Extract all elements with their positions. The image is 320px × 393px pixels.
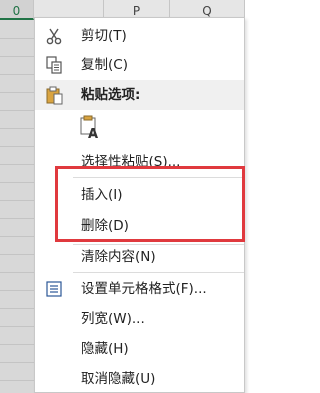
menu-item-hide[interactable]: 隐藏(H) (35, 335, 244, 363)
clipboard-paste-icon (44, 85, 64, 105)
copy-icon (44, 55, 64, 75)
column-header-o[interactable]: 0 (0, 0, 34, 20)
menu-item-label: 隐藏(H) (81, 341, 129, 357)
menu-item-label: 剪切(T) (81, 28, 127, 44)
menu-item-paste-options: 粘贴选项: (35, 81, 244, 109)
menu-item-clear-contents[interactable]: 清除内容(N) (35, 243, 244, 271)
menu-item-unhide[interactable]: 取消隐藏(U) (35, 365, 244, 393)
svg-text:A: A (88, 127, 98, 140)
highlight-annotation-box (55, 166, 245, 242)
menu-item-cut[interactable]: 剪切(T) (35, 22, 244, 50)
menu-item-format-cells[interactable]: 设置单元格格式(F)... (35, 275, 244, 303)
menu-item-column-width[interactable]: 列宽(W)... (35, 305, 244, 333)
scissors-icon (44, 26, 64, 46)
menu-item-label: 复制(C) (81, 57, 128, 73)
menu-item-label: 列宽(W)... (81, 311, 145, 327)
selected-column[interactable] (0, 20, 35, 393)
menu-item-label: 粘贴选项: (81, 87, 141, 103)
format-cells-icon (44, 279, 64, 299)
menu-item-label: 设置单元格格式(F)... (81, 281, 207, 297)
menu-item-copy[interactable]: 复制(C) (35, 51, 244, 79)
menu-item-label: 取消隐藏(U) (81, 371, 156, 387)
paste-keep-formatting-icon[interactable]: A (79, 114, 101, 142)
menu-item-label: 清除内容(N) (81, 249, 156, 265)
menu-separator (73, 272, 244, 273)
